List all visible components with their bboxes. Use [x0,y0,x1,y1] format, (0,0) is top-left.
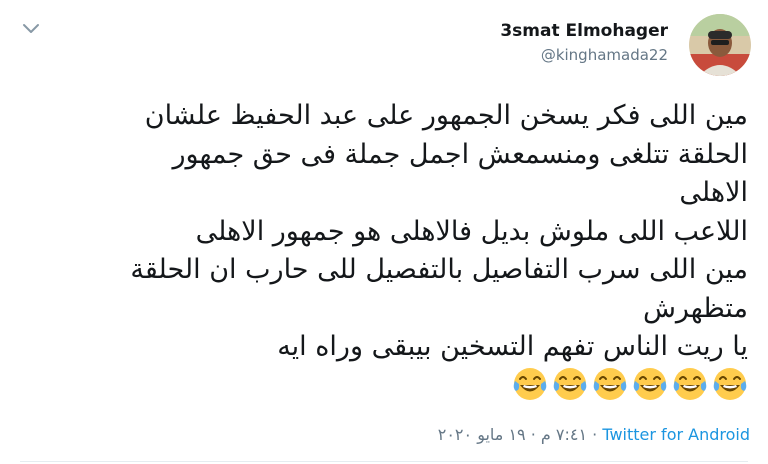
tweet-timestamp[interactable]: ٧:٤١ م · ١٩ مايو ٢٠٢٠ [438,425,587,444]
tweet-card: 3smat Elmohager @kinghamada22 مين اللى ف… [0,0,768,464]
tweet-text-line: اللاعب اللى ملوش بديل فالاهلى هو جمهور ا… [195,215,748,247]
author-display-name[interactable]: 3smat Elmohager [500,20,668,42]
tweet-text-line: الحلقة تتلغى ومنسمعش اجمل جملة فى حق جمه… [172,138,748,170]
tweet-text: مين اللى فكر يسخن الجمهور على عبد الحفيظ… [48,97,748,367]
meta-separator: · [592,425,598,444]
tweet-text-line: مين اللى سرب التفاصيل بالتفصيل للى حارب … [130,254,748,285]
face-with-tears-of-joy-icon [513,368,547,400]
tweet-text-line: متظهرش [642,292,748,324]
divider [20,461,748,462]
face-with-tears-of-joy-icon [593,368,627,400]
face-with-tears-of-joy-icon [713,368,747,400]
tweet-text-line: الاهلى [679,177,748,208]
face-with-tears-of-joy-icon [673,368,707,400]
tweet-meta: ٧:٤١ م · ١٩ مايو ٢٠٢٠ · Twitter for Andr… [438,424,750,446]
emoji-row [512,366,748,402]
avatar[interactable] [689,14,751,76]
tweet-author: 3smat Elmohager @kinghamada22 [500,20,668,65]
tweet-text-line: مين اللى فكر يسخن الجمهور على عبد الحفيظ… [144,100,748,131]
tweet-source-link[interactable]: Twitter for Android [602,425,750,444]
chevron-down-icon[interactable] [22,22,40,36]
face-with-tears-of-joy-icon [553,368,587,400]
tweet-text-line: يا ريت الناس تفهم التسخين بيبقى وراه ايه [277,331,748,362]
face-with-tears-of-joy-icon [633,368,667,400]
author-handle[interactable]: @kinghamada22 [500,45,668,65]
